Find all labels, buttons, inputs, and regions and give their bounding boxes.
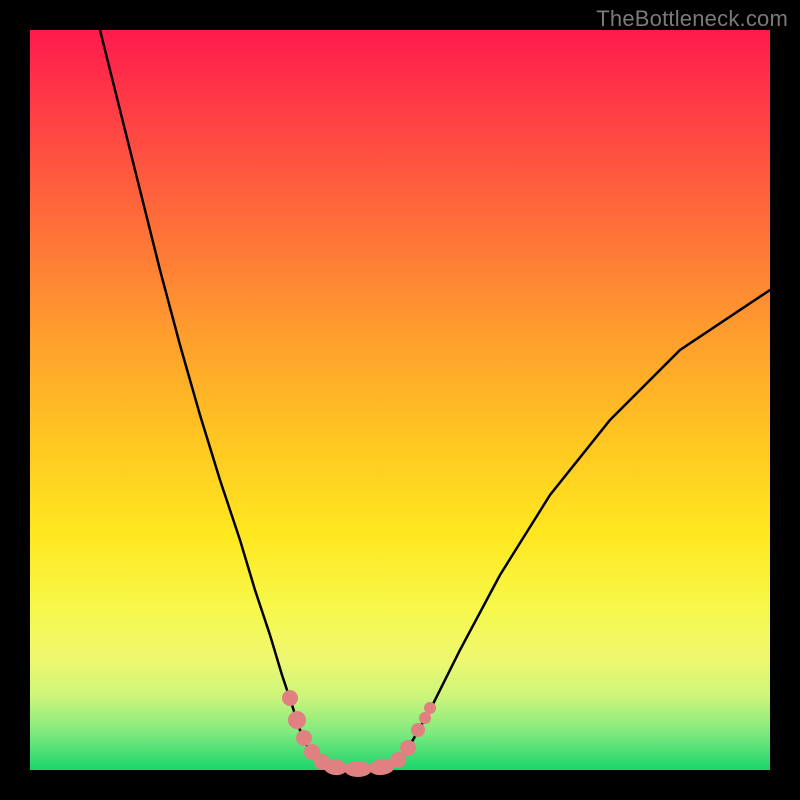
right-curve bbox=[395, 290, 770, 765]
curve-beads bbox=[282, 690, 436, 777]
bead bbox=[288, 711, 306, 729]
bead bbox=[296, 730, 312, 746]
chart-svg bbox=[30, 30, 770, 770]
left-curve bbox=[100, 30, 325, 765]
bead bbox=[411, 723, 425, 737]
watermark-text: TheBottleneck.com bbox=[596, 6, 788, 32]
chart-plot-area bbox=[30, 30, 770, 770]
bead bbox=[344, 761, 372, 777]
bead bbox=[282, 690, 298, 706]
bead bbox=[400, 740, 416, 756]
chart-frame: TheBottleneck.com bbox=[0, 0, 800, 800]
bead bbox=[424, 702, 436, 714]
